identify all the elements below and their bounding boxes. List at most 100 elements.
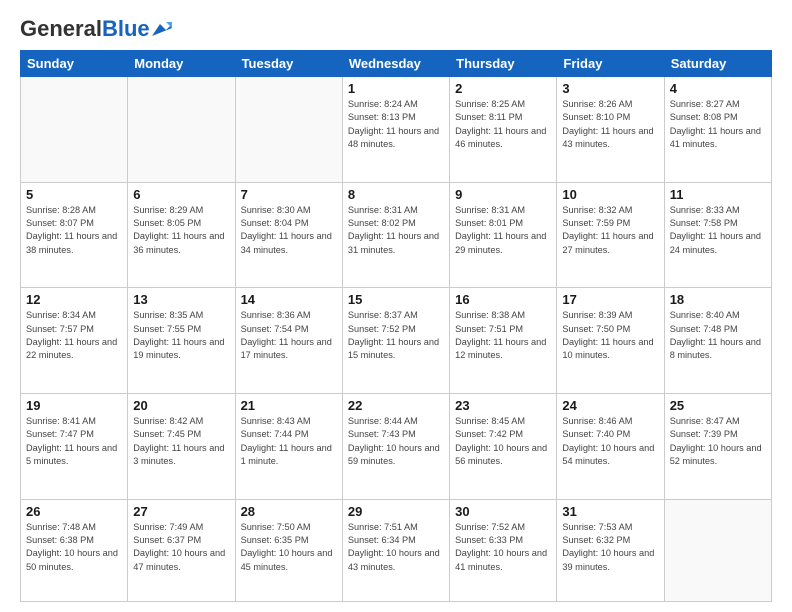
calendar-week-row: 5 Sunrise: 8:28 AM Sunset: 8:07 PM Daylig… — [21, 182, 772, 288]
day-number: 28 — [241, 504, 337, 519]
calendar-cell: 18 Sunrise: 8:40 AM Sunset: 7:48 PM Dayli… — [664, 288, 771, 394]
calendar-body: 1Sunrise: 8:24 AM Sunset: 8:13 PM Daylig… — [21, 77, 772, 602]
day-number: 2 — [455, 81, 551, 96]
day-number: 12 — [26, 292, 122, 307]
calendar-cell: 6 Sunrise: 8:29 AM Sunset: 8:05 PM Daylig… — [128, 182, 235, 288]
day-info: Sunrise: 8:36 AM Sunset: 7:54 PM Dayligh… — [241, 309, 337, 362]
calendar-cell: 26 Sunrise: 7:48 AM Sunset: 6:38 PM Dayli… — [21, 499, 128, 601]
logo: GeneralBlue — [20, 18, 172, 40]
calendar-cell — [664, 499, 771, 601]
day-number: 31 — [562, 504, 658, 519]
calendar-cell: 1Sunrise: 8:24 AM Sunset: 8:13 PM Daylig… — [342, 77, 449, 183]
calendar-cell: 22Sunrise: 8:44 AM Sunset: 7:43 PM Dayli… — [342, 394, 449, 500]
day-info: Sunrise: 8:27 AM Sunset: 8:08 PM Dayligh… — [670, 98, 766, 151]
logo-text: GeneralBlue — [20, 18, 150, 40]
day-number: 3 — [562, 81, 658, 96]
day-info: Sunrise: 8:40 AM Sunset: 7:48 PM Dayligh… — [670, 309, 766, 362]
day-number: 21 — [241, 398, 337, 413]
day-number: 4 — [670, 81, 766, 96]
calendar-cell: 28 Sunrise: 7:50 AM Sunset: 6:35 PM Dayli… — [235, 499, 342, 601]
day-number: 7 — [241, 187, 337, 202]
day-info: Sunrise: 8:47 AM Sunset: 7:39 PM Dayligh… — [670, 415, 766, 468]
calendar-cell: 14Sunrise: 8:36 AM Sunset: 7:54 PM Dayli… — [235, 288, 342, 394]
calendar-cell — [235, 77, 342, 183]
calendar-week-row: 26 Sunrise: 7:48 AM Sunset: 6:38 PM Dayli… — [21, 499, 772, 601]
day-info: Sunrise: 8:41 AM Sunset: 7:47 PM Dayligh… — [26, 415, 122, 468]
calendar-cell: 3 Sunrise: 8:26 AM Sunset: 8:10 PM Daylig… — [557, 77, 664, 183]
day-info: Sunrise: 8:31 AM Sunset: 8:02 PM Dayligh… — [348, 204, 444, 257]
calendar-cell — [128, 77, 235, 183]
day-info: Sunrise: 8:34 AM Sunset: 7:57 PM Dayligh… — [26, 309, 122, 362]
day-info: Sunrise: 8:26 AM Sunset: 8:10 PM Dayligh… — [562, 98, 658, 151]
weekday-header-sunday: Sunday — [21, 51, 128, 77]
page: GeneralBlue SundayMondayTuesdayWednesday… — [0, 0, 792, 612]
day-info: Sunrise: 8:30 AM Sunset: 8:04 PM Dayligh… — [241, 204, 337, 257]
day-info: Sunrise: 7:52 AM Sunset: 6:33 PM Dayligh… — [455, 521, 551, 574]
day-info: Sunrise: 8:38 AM Sunset: 7:51 PM Dayligh… — [455, 309, 551, 362]
calendar-cell: 31 Sunrise: 7:53 AM Sunset: 6:32 PM Dayli… — [557, 499, 664, 601]
calendar-cell: 23 Sunrise: 8:45 AM Sunset: 7:42 PM Dayli… — [450, 394, 557, 500]
calendar-cell: 20Sunrise: 8:42 AM Sunset: 7:45 PM Dayli… — [128, 394, 235, 500]
day-number: 25 — [670, 398, 766, 413]
day-info: Sunrise: 8:46 AM Sunset: 7:40 PM Dayligh… — [562, 415, 658, 468]
calendar-cell: 10 Sunrise: 8:32 AM Sunset: 7:59 PM Dayli… — [557, 182, 664, 288]
day-info: Sunrise: 8:45 AM Sunset: 7:42 PM Dayligh… — [455, 415, 551, 468]
logo-icon — [152, 22, 172, 36]
day-number: 18 — [670, 292, 766, 307]
day-number: 5 — [26, 187, 122, 202]
calendar-cell: 9Sunrise: 8:31 AM Sunset: 8:01 PM Daylig… — [450, 182, 557, 288]
day-number: 23 — [455, 398, 551, 413]
weekday-header-thursday: Thursday — [450, 51, 557, 77]
day-number: 27 — [133, 504, 229, 519]
day-info: Sunrise: 7:48 AM Sunset: 6:38 PM Dayligh… — [26, 521, 122, 574]
header: GeneralBlue — [20, 18, 772, 40]
calendar-cell: 5 Sunrise: 8:28 AM Sunset: 8:07 PM Daylig… — [21, 182, 128, 288]
day-info: Sunrise: 8:31 AM Sunset: 8:01 PM Dayligh… — [455, 204, 551, 257]
day-info: Sunrise: 7:53 AM Sunset: 6:32 PM Dayligh… — [562, 521, 658, 574]
calendar-header-row: SundayMondayTuesdayWednesdayThursdayFrid… — [21, 51, 772, 77]
weekday-header-saturday: Saturday — [664, 51, 771, 77]
weekday-header-tuesday: Tuesday — [235, 51, 342, 77]
day-number: 8 — [348, 187, 444, 202]
day-number: 16 — [455, 292, 551, 307]
day-info: Sunrise: 8:32 AM Sunset: 7:59 PM Dayligh… — [562, 204, 658, 257]
calendar-cell: 2 Sunrise: 8:25 AM Sunset: 8:11 PM Daylig… — [450, 77, 557, 183]
day-info: Sunrise: 8:25 AM Sunset: 8:11 PM Dayligh… — [455, 98, 551, 151]
calendar-cell: 17 Sunrise: 8:39 AM Sunset: 7:50 PM Dayli… — [557, 288, 664, 394]
day-number: 6 — [133, 187, 229, 202]
day-number: 30 — [455, 504, 551, 519]
calendar-cell: 24Sunrise: 8:46 AM Sunset: 7:40 PM Dayli… — [557, 394, 664, 500]
calendar-cell: 8 Sunrise: 8:31 AM Sunset: 8:02 PM Daylig… — [342, 182, 449, 288]
calendar-cell — [21, 77, 128, 183]
day-info: Sunrise: 8:29 AM Sunset: 8:05 PM Dayligh… — [133, 204, 229, 257]
logo-general: General — [20, 16, 102, 41]
day-info: Sunrise: 7:51 AM Sunset: 6:34 PM Dayligh… — [348, 521, 444, 574]
calendar-cell: 7 Sunrise: 8:30 AM Sunset: 8:04 PM Daylig… — [235, 182, 342, 288]
day-number: 19 — [26, 398, 122, 413]
day-info: Sunrise: 8:37 AM Sunset: 7:52 PM Dayligh… — [348, 309, 444, 362]
calendar-cell: 30 Sunrise: 7:52 AM Sunset: 6:33 PM Dayli… — [450, 499, 557, 601]
calendar-cell: 25 Sunrise: 8:47 AM Sunset: 7:39 PM Dayli… — [664, 394, 771, 500]
calendar-cell: 4 Sunrise: 8:27 AM Sunset: 8:08 PM Daylig… — [664, 77, 771, 183]
day-info: Sunrise: 8:39 AM Sunset: 7:50 PM Dayligh… — [562, 309, 658, 362]
day-info: Sunrise: 8:28 AM Sunset: 8:07 PM Dayligh… — [26, 204, 122, 257]
calendar-week-row: 1Sunrise: 8:24 AM Sunset: 8:13 PM Daylig… — [21, 77, 772, 183]
logo-blue: Blue — [102, 16, 150, 41]
day-number: 10 — [562, 187, 658, 202]
calendar-cell: 15Sunrise: 8:37 AM Sunset: 7:52 PM Dayli… — [342, 288, 449, 394]
weekday-header-wednesday: Wednesday — [342, 51, 449, 77]
day-info: Sunrise: 8:43 AM Sunset: 7:44 PM Dayligh… — [241, 415, 337, 468]
day-number: 1 — [348, 81, 444, 96]
day-info: Sunrise: 8:35 AM Sunset: 7:55 PM Dayligh… — [133, 309, 229, 362]
day-info: Sunrise: 7:50 AM Sunset: 6:35 PM Dayligh… — [241, 521, 337, 574]
calendar-table: SundayMondayTuesdayWednesdayThursdayFrid… — [20, 50, 772, 602]
day-info: Sunrise: 8:42 AM Sunset: 7:45 PM Dayligh… — [133, 415, 229, 468]
calendar-cell: 12 Sunrise: 8:34 AM Sunset: 7:57 PM Dayli… — [21, 288, 128, 394]
day-number: 29 — [348, 504, 444, 519]
day-number: 17 — [562, 292, 658, 307]
calendar-week-row: 12 Sunrise: 8:34 AM Sunset: 7:57 PM Dayli… — [21, 288, 772, 394]
calendar-week-row: 19 Sunrise: 8:41 AM Sunset: 7:47 PM Dayli… — [21, 394, 772, 500]
weekday-header-friday: Friday — [557, 51, 664, 77]
day-number: 26 — [26, 504, 122, 519]
calendar-cell: 11Sunrise: 8:33 AM Sunset: 7:58 PM Dayli… — [664, 182, 771, 288]
